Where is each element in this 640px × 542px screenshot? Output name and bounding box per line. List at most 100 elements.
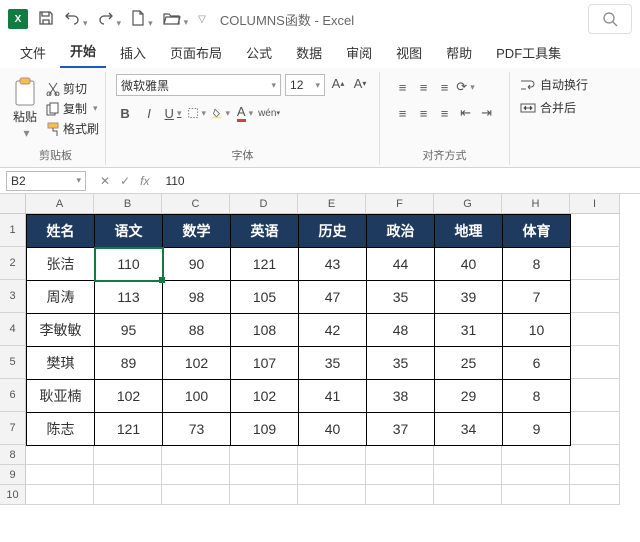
table-cell[interactable]: 38: [367, 380, 435, 413]
table-cell[interactable]: 42: [299, 314, 367, 347]
border-button[interactable]: ▾: [188, 104, 206, 122]
font-name-select[interactable]: 微软雅黑▾: [116, 74, 281, 96]
row-header-10[interactable]: 10: [0, 485, 26, 505]
cancel-icon[interactable]: ✕: [100, 174, 110, 188]
table-cell[interactable]: 9: [503, 413, 571, 446]
col-header-C[interactable]: C: [162, 194, 230, 214]
cell[interactable]: [434, 485, 502, 505]
table-cell[interactable]: 89: [95, 347, 163, 380]
table-cell[interactable]: 樊琪: [27, 347, 95, 380]
table-cell[interactable]: 105: [231, 281, 299, 314]
table-cell[interactable]: 6: [503, 347, 571, 380]
row-header-3[interactable]: 3: [0, 280, 26, 313]
table-cell[interactable]: 张洁: [27, 248, 95, 281]
tab-公式[interactable]: 公式: [236, 37, 282, 68]
table-cell[interactable]: 109: [231, 413, 299, 446]
tab-数据[interactable]: 数据: [286, 37, 332, 68]
table-cell[interactable]: 7: [503, 281, 571, 314]
cell[interactable]: [26, 485, 94, 505]
tab-页面布局[interactable]: 页面布局: [160, 37, 232, 68]
formula-input[interactable]: 110: [157, 174, 640, 188]
row-header-7[interactable]: 7: [0, 412, 26, 445]
col-header-I[interactable]: I: [570, 194, 620, 214]
table-cell[interactable]: 40: [299, 413, 367, 446]
table-header[interactable]: 体育: [503, 215, 571, 248]
table-header[interactable]: 政治: [367, 215, 435, 248]
underline-button[interactable]: U▾: [164, 104, 182, 122]
cell[interactable]: [502, 485, 570, 505]
table-cell[interactable]: 108: [231, 314, 299, 347]
table-cell[interactable]: 113: [95, 281, 163, 314]
table-cell[interactable]: 44: [367, 248, 435, 281]
align-left-icon[interactable]: ≡: [394, 104, 412, 122]
align-right-icon[interactable]: ≡: [436, 104, 454, 122]
table-cell[interactable]: 90: [163, 248, 231, 281]
font-size-select[interactable]: 12▾: [285, 74, 325, 96]
wrap-text-button[interactable]: 自动换行: [520, 76, 588, 93]
phonetic-button[interactable]: wén▾: [260, 104, 278, 122]
row-header-1[interactable]: 1: [0, 214, 26, 247]
table-cell[interactable]: 8: [503, 248, 571, 281]
cell[interactable]: [94, 465, 162, 485]
merge-button[interactable]: 合并后: [520, 99, 576, 116]
redo-icon[interactable]: ▾: [98, 10, 122, 29]
table-cell[interactable]: 102: [231, 380, 299, 413]
format-painter-button[interactable]: 格式刷: [46, 120, 99, 137]
cell[interactable]: [570, 485, 620, 505]
row-header-2[interactable]: 2: [0, 247, 26, 280]
table-cell[interactable]: 88: [163, 314, 231, 347]
bold-button[interactable]: B: [116, 104, 134, 122]
cell[interactable]: [570, 280, 620, 313]
col-header-H[interactable]: H: [502, 194, 570, 214]
row-header-5[interactable]: 5: [0, 346, 26, 379]
table-cell[interactable]: 41: [299, 380, 367, 413]
cell[interactable]: [434, 465, 502, 485]
align-center-icon[interactable]: ≡: [415, 104, 433, 122]
table-cell[interactable]: 43: [299, 248, 367, 281]
cell[interactable]: [26, 465, 94, 485]
cell[interactable]: [502, 445, 570, 465]
table-cell[interactable]: 40: [435, 248, 503, 281]
col-header-E[interactable]: E: [298, 194, 366, 214]
paste-button[interactable]: 粘贴 ▾: [12, 77, 38, 140]
cell[interactable]: [298, 445, 366, 465]
col-header-G[interactable]: G: [434, 194, 502, 214]
table-cell[interactable]: 周涛: [27, 281, 95, 314]
cell[interactable]: [570, 445, 620, 465]
indent-decrease-icon[interactable]: ⇤: [457, 104, 475, 122]
cell[interactable]: [570, 412, 620, 445]
indent-increase-icon[interactable]: ⇥: [478, 104, 496, 122]
qat-more-icon[interactable]: ▽: [198, 14, 206, 25]
cell[interactable]: [230, 465, 298, 485]
new-icon[interactable]: ▾: [131, 10, 153, 29]
cut-button[interactable]: 剪切: [46, 80, 99, 97]
table-cell[interactable]: 73: [163, 413, 231, 446]
align-bottom-icon[interactable]: ≡: [436, 78, 454, 96]
cell[interactable]: [94, 485, 162, 505]
cell[interactable]: [26, 445, 94, 465]
table-cell[interactable]: 35: [367, 347, 435, 380]
tab-开始[interactable]: 开始: [60, 35, 106, 68]
cell[interactable]: [502, 465, 570, 485]
table-cell[interactable]: 102: [163, 347, 231, 380]
cell[interactable]: [162, 445, 230, 465]
tab-视图[interactable]: 视图: [386, 37, 432, 68]
tab-插入[interactable]: 插入: [110, 37, 156, 68]
table-cell[interactable]: 47: [299, 281, 367, 314]
cell[interactable]: [570, 346, 620, 379]
open-icon[interactable]: ▾: [163, 11, 189, 28]
copy-button[interactable]: 复制▾: [46, 100, 99, 117]
tab-审阅[interactable]: 审阅: [336, 37, 382, 68]
cell[interactable]: [570, 247, 620, 280]
table-cell[interactable]: 31: [435, 314, 503, 347]
table-cell[interactable]: 110: [95, 248, 163, 281]
cell[interactable]: [366, 485, 434, 505]
align-top-icon[interactable]: ≡: [394, 78, 412, 96]
increase-font-icon[interactable]: A▴: [329, 74, 347, 92]
cell[interactable]: [570, 465, 620, 485]
table-header[interactable]: 英语: [231, 215, 299, 248]
cell[interactable]: [230, 485, 298, 505]
save-icon[interactable]: [38, 10, 54, 29]
row-header-6[interactable]: 6: [0, 379, 26, 412]
tab-PDF工具集[interactable]: PDF工具集: [486, 37, 571, 68]
